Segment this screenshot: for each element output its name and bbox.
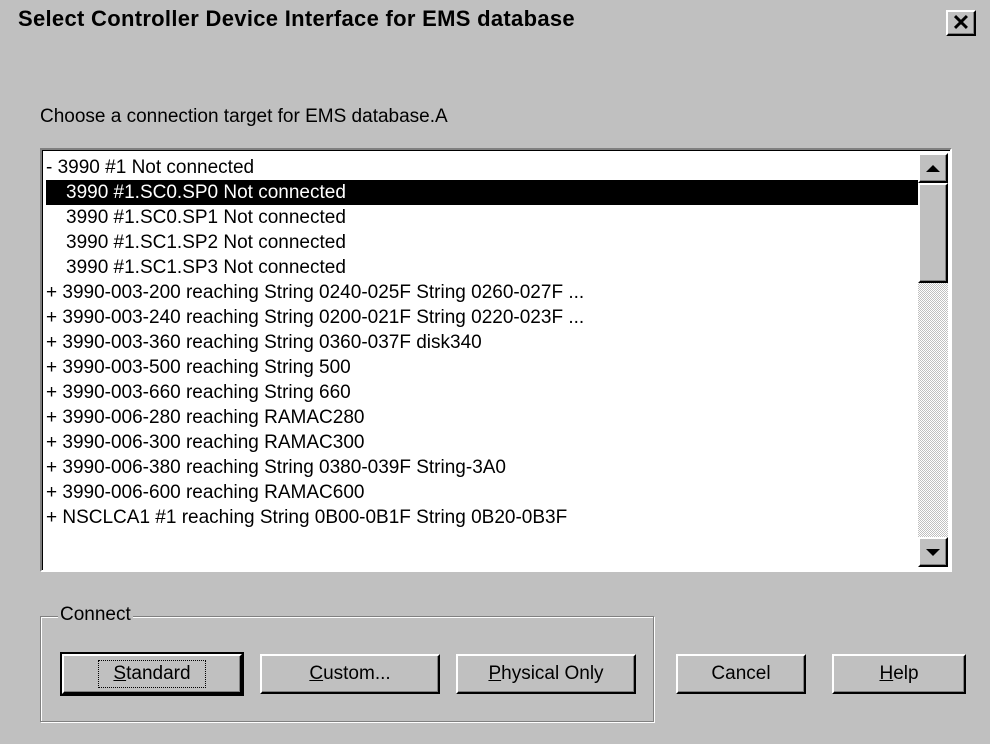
list-item-text: + 3990-006-280 reaching RAMAC280 [46, 407, 365, 428]
vertical-scrollbar[interactable] [918, 153, 948, 567]
close-icon: ✕ [951, 10, 971, 35]
physical-only-button-label: Physical Only [488, 663, 604, 684]
cancel-button[interactable]: Cancel [676, 654, 806, 694]
listbox-items: - 3990 #1 Not connected 3990 #1.SC0.SP0 N… [44, 155, 924, 565]
title-bar[interactable]: Select Controller Device Interface for E… [0, 0, 990, 44]
list-item[interactable]: + 3990-003-500 reaching String 500 [44, 355, 924, 380]
list-item[interactable]: 3990 #1.SC0.SP1 Not connected [44, 205, 924, 230]
list-item[interactable]: + 3990-006-300 reaching RAMAC300 [44, 430, 924, 455]
list-item[interactable]: + 3990-006-600 reaching RAMAC600 [44, 480, 924, 505]
list-item[interactable]: + 3990-006-380 reaching String 0380-039F… [44, 455, 924, 480]
list-item-text: - 3990 #1 Not connected [46, 157, 255, 178]
list-item[interactable]: + NSCLCA1 #1 reaching String 0B00-0B1F S… [44, 505, 924, 530]
list-item[interactable]: + 3990-003-240 reaching String 0200-021F… [44, 305, 924, 330]
physical-only-button[interactable]: Physical Only [456, 654, 636, 694]
list-item-text: 3990 #1.SC0.SP1 Not connected [66, 207, 346, 228]
help-button-label: Help [879, 663, 919, 684]
standard-button-label: Standard [98, 660, 206, 688]
prompt-label: Choose a connection target for EMS datab… [40, 106, 448, 127]
scroll-down-arrow-icon [926, 548, 940, 556]
list-item-text: 3990 #1.SC1.SP2 Not connected [66, 232, 346, 253]
list-item-text: 3990 #1.SC0.SP0 Not connected [46, 180, 924, 205]
scrollbar-thumb[interactable] [918, 183, 948, 283]
scroll-up-arrow-icon [926, 164, 940, 172]
list-item[interactable]: + 3990-003-660 reaching String 660 [44, 380, 924, 405]
list-item[interactable]: - 3990 #1 Not connected [44, 155, 924, 180]
list-item[interactable]: + 3990-003-200 reaching String 0240-025F… [44, 280, 924, 305]
connect-group-label: Connect [58, 604, 133, 626]
list-item-text: + NSCLCA1 #1 reaching String 0B00-0B1F S… [46, 507, 568, 528]
list-item-text: + 3990-006-380 reaching String 0380-039F… [46, 457, 506, 478]
list-item[interactable]: 3990 #1.SC0.SP0 Not connected [44, 180, 924, 205]
list-item-text: + 3990-003-360 reaching String 0360-037F… [46, 332, 482, 353]
list-item[interactable]: 3990 #1.SC1.SP3 Not connected [44, 255, 924, 280]
standard-button[interactable]: Standard [60, 652, 244, 696]
scroll-up-button[interactable] [918, 153, 948, 183]
close-button[interactable]: ✕ [946, 10, 976, 36]
list-item-text: + 3990-003-200 reaching String 0240-025F… [46, 282, 585, 303]
list-item-text: + 3990-003-500 reaching String 500 [46, 357, 351, 378]
list-item[interactable]: + 3990-006-280 reaching RAMAC280 [44, 405, 924, 430]
help-button[interactable]: Help [832, 654, 966, 694]
custom-button[interactable]: Custom... [260, 654, 440, 694]
custom-button-label: Custom... [309, 663, 391, 684]
scroll-down-button[interactable] [918, 537, 948, 567]
list-item-text: + 3990-003-660 reaching String 660 [46, 382, 351, 403]
list-item-text: + 3990-006-600 reaching RAMAC600 [46, 482, 365, 503]
list-item-text: + 3990-003-240 reaching String 0200-021F… [46, 307, 585, 328]
window-title: Select Controller Device Interface for E… [18, 6, 575, 31]
select-controller-dialog: Select Controller Device Interface for E… [0, 0, 990, 744]
list-item-text: + 3990-006-300 reaching RAMAC300 [46, 432, 365, 453]
list-item[interactable]: + 3990-003-360 reaching String 0360-037F… [44, 330, 924, 355]
connection-target-listbox[interactable]: - 3990 #1 Not connected 3990 #1.SC0.SP0 N… [40, 148, 952, 572]
list-item[interactable]: 3990 #1.SC1.SP2 Not connected [44, 230, 924, 255]
list-item-text: 3990 #1.SC1.SP3 Not connected [66, 257, 346, 278]
